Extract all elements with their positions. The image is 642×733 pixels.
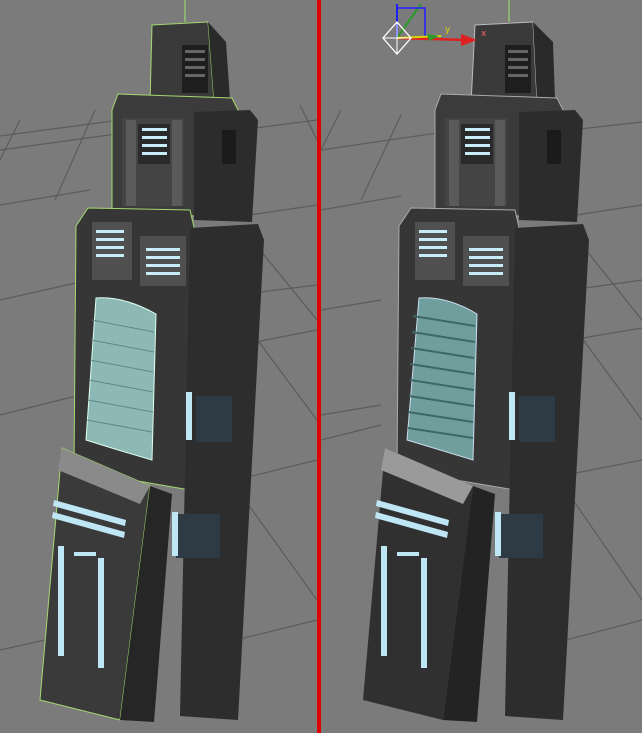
max-viewports-layout: y x	[0, 0, 642, 733]
move-gizmo[interactable]: y x	[382, 3, 487, 55]
skyscraper-model-left[interactable]	[39, 21, 264, 722]
gizmo-x-label: x	[481, 29, 487, 39]
viewport-right-canvas: y x	[321, 0, 642, 722]
viewport-left-canvas	[0, 0, 317, 722]
gizmo-y-label: y	[445, 25, 451, 35]
skyscraper-model-right[interactable]	[363, 21, 589, 722]
viewport-right[interactable]: y x	[321, 0, 642, 733]
viewport-left[interactable]	[0, 0, 317, 733]
